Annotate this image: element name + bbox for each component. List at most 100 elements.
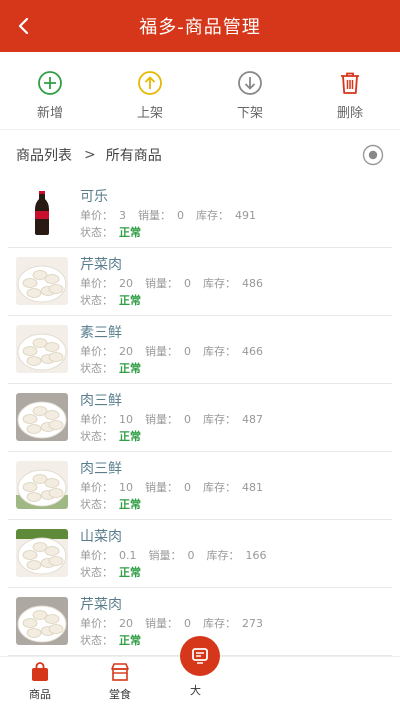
stock-label: 库存： bbox=[203, 481, 236, 494]
sales-value: 0 bbox=[184, 277, 191, 290]
price-value: 0.1 bbox=[119, 549, 137, 562]
add-label: 新增 bbox=[36, 106, 63, 121]
product-thumbnail bbox=[16, 325, 68, 373]
sales-label: 销量： bbox=[145, 413, 178, 426]
sales-label: 销量： bbox=[138, 209, 171, 222]
status-badge: 正常 bbox=[119, 634, 141, 647]
status-label: 状态： bbox=[80, 294, 113, 307]
stock-label: 库存： bbox=[203, 413, 236, 426]
status-badge: 正常 bbox=[119, 498, 141, 511]
stock-value: 481 bbox=[242, 481, 263, 494]
price-label: 单价： bbox=[80, 209, 113, 222]
sales-field: 销量： 0 bbox=[149, 549, 201, 562]
stock-field: 库存： 481 bbox=[203, 481, 269, 494]
status-label: 状态： bbox=[80, 634, 113, 647]
price-field: 单价： 3 bbox=[80, 209, 132, 222]
product-thumbnail bbox=[16, 597, 68, 645]
stock-field: 库存： 273 bbox=[203, 617, 269, 630]
product-thumbnail bbox=[16, 393, 68, 441]
stock-label: 库存： bbox=[203, 345, 236, 358]
stock-value: 487 bbox=[242, 413, 263, 426]
shelve-button[interactable]: 上架 bbox=[100, 52, 200, 130]
stock-field: 库存： 487 bbox=[203, 413, 269, 426]
sales-label: 销量： bbox=[145, 481, 178, 494]
app-header: 福多-商品管理 bbox=[0, 0, 400, 52]
price-value: 10 bbox=[119, 413, 133, 426]
stock-value: 491 bbox=[235, 209, 256, 222]
product-list: 可乐 单价： 3 销量： 0 库存： 491 状态： 正常 芹菜肉 单价： 20 销量： 0 库存： 486 状… bbox=[0, 180, 400, 656]
screen-icon bbox=[192, 648, 208, 664]
product-row[interactable]: 芹菜肉 单价： 20 销量： 0 库存： 486 状态： 正常 bbox=[8, 248, 392, 316]
breadcrumb-root[interactable]: 商品列表 bbox=[16, 145, 72, 165]
product-name: 芹菜肉 bbox=[80, 597, 122, 613]
status-label: 状态： bbox=[80, 362, 113, 375]
tab-goods[interactable]: 商品 bbox=[0, 657, 80, 710]
status-label: 状态： bbox=[80, 566, 113, 579]
product-row[interactable]: 素三鲜单价： 20 销量： 0 库存： 466 状态： 正常 bbox=[8, 316, 392, 384]
sales-label: 销量： bbox=[145, 345, 178, 358]
product-row[interactable]: 肉三鲜 单价： 10 销量： 0 库存： 487 状态： 正常 bbox=[8, 384, 392, 452]
price-field: 单价： 10 bbox=[80, 481, 139, 494]
tab-goods-label: 商品 bbox=[29, 688, 51, 701]
product-name: 肉三鲜 bbox=[80, 393, 122, 409]
product-row[interactable]: 山菜肉单价： 0.1 销量： 0 库存： 166 状态： 正常 bbox=[8, 520, 392, 588]
price-field: 单价： 20 bbox=[80, 277, 139, 290]
sales-value: 0 bbox=[184, 345, 191, 358]
trash-icon bbox=[341, 72, 359, 94]
tab-center-label: 大 bbox=[190, 684, 201, 697]
stock-field: 库存： 166 bbox=[207, 549, 273, 562]
product-thumbnail bbox=[16, 461, 68, 509]
sales-value: 0 bbox=[184, 413, 191, 426]
sales-field: 销量： 0 bbox=[138, 209, 190, 222]
price-label: 单价： bbox=[80, 277, 113, 290]
sales-value: 0 bbox=[184, 617, 191, 630]
product-thumbnail bbox=[16, 189, 68, 237]
price-label: 单价： bbox=[80, 549, 113, 562]
shelve-label: 上架 bbox=[136, 106, 163, 121]
price-label: 单价： bbox=[80, 617, 113, 630]
price-field: 单价： 20 bbox=[80, 345, 139, 358]
product-row[interactable]: 肉三鲜 单价： 10 销量： 0 库存： 481 状态： 正常 bbox=[8, 452, 392, 520]
product-row[interactable]: 可乐 单价： 3 销量： 0 库存： 491 状态： 正常 bbox=[8, 180, 392, 248]
unshelve-label: 下架 bbox=[236, 106, 263, 121]
product-name: 素三鲜 bbox=[80, 325, 122, 341]
storefront-icon bbox=[111, 663, 129, 681]
stock-label: 库存： bbox=[203, 617, 236, 630]
center-action-button[interactable] bbox=[180, 636, 220, 676]
action-toolbar: 新增 上架 下架 删除 bbox=[0, 52, 400, 130]
product-name: 山菜肉 bbox=[80, 529, 122, 545]
breadcrumb: 商品列表 > 所有商品 bbox=[0, 136, 400, 174]
tab-dine[interactable]: 堂食 bbox=[80, 657, 160, 710]
price-label: 单价： bbox=[80, 481, 113, 494]
sales-label: 销量： bbox=[145, 617, 178, 630]
chevron-left-icon bbox=[18, 17, 29, 35]
unshelve-button[interactable]: 下架 bbox=[200, 52, 300, 130]
status-badge: 正常 bbox=[119, 294, 141, 307]
select-all-radio-icon[interactable] bbox=[362, 144, 384, 166]
stock-value: 466 bbox=[242, 345, 263, 358]
sales-value: 0 bbox=[177, 209, 184, 222]
stock-value: 273 bbox=[242, 617, 263, 630]
back-button[interactable] bbox=[8, 10, 40, 42]
stock-value: 486 bbox=[242, 277, 263, 290]
product-name: 肉三鲜 bbox=[80, 461, 122, 477]
status-badge: 正常 bbox=[119, 362, 141, 375]
delete-button[interactable]: 删除 bbox=[300, 52, 400, 130]
product-name: 可乐 bbox=[80, 189, 108, 205]
product-thumbnail bbox=[16, 257, 68, 305]
status-label: 状态： bbox=[80, 226, 113, 239]
status-badge: 正常 bbox=[119, 430, 141, 443]
sales-field: 销量： 0 bbox=[145, 481, 197, 494]
sales-value: 0 bbox=[184, 481, 191, 494]
price-value: 20 bbox=[119, 277, 133, 290]
status-badge: 正常 bbox=[119, 566, 141, 579]
price-field: 单价： 20 bbox=[80, 617, 139, 630]
stock-field: 库存： 486 bbox=[203, 277, 269, 290]
add-button[interactable]: 新增 bbox=[0, 52, 100, 130]
breadcrumb-separator: > bbox=[84, 147, 96, 163]
sales-field: 销量： 0 bbox=[145, 345, 197, 358]
price-field: 单价： 10 bbox=[80, 413, 139, 426]
sales-label: 销量： bbox=[145, 277, 178, 290]
price-field: 单价： 0.1 bbox=[80, 549, 143, 562]
plus-circle-icon bbox=[38, 71, 62, 95]
